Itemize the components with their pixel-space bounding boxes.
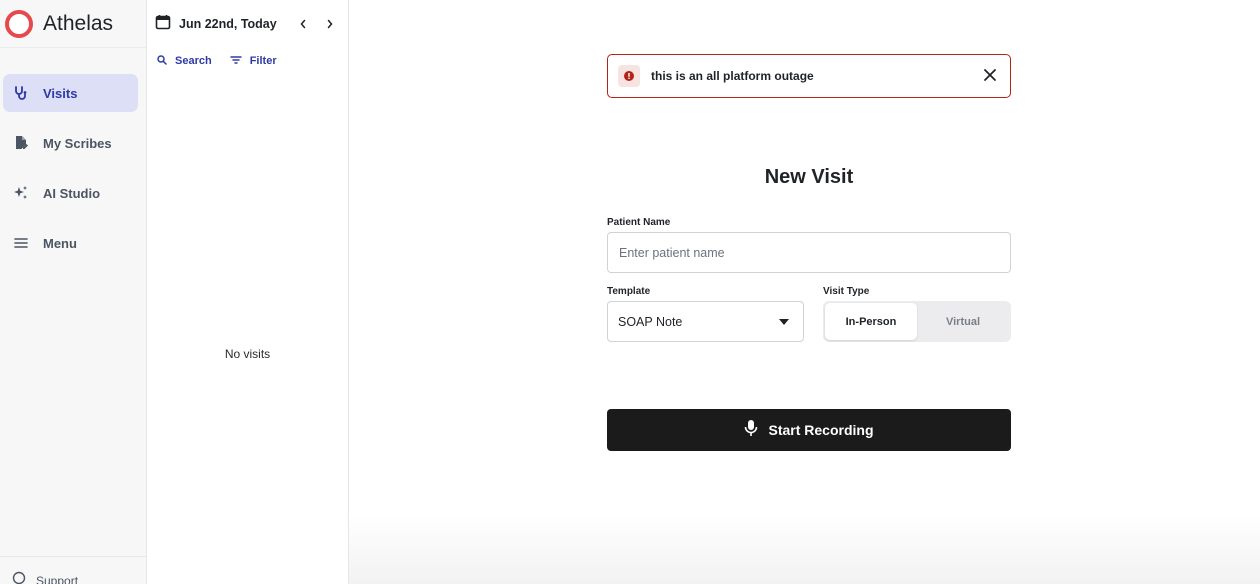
sidebar-nav: Visits My Scribes AI Studio Menu [0,48,146,262]
empty-visits-message: No visits [224,347,271,361]
visit-type-toggle: In-Person Virtual [823,301,1011,342]
brand-name: Athelas [43,11,114,35]
search-icon [157,52,167,70]
sidebar-item-visits[interactable]: Visits [3,74,138,112]
sidebar-item-menu[interactable]: Menu [3,224,138,262]
hamburger-menu-icon [13,235,29,251]
template-selected-value: SOAP Note [618,314,683,329]
next-day-chevron-right-icon[interactable] [323,17,337,31]
brand[interactable]: Athelas [0,0,146,48]
filter-button[interactable]: Filter [230,52,277,70]
patient-name-input[interactable] [607,232,1011,273]
support-link[interactable]: Support [0,556,146,584]
microphone-icon [744,419,758,442]
left-nav: Athelas Visits My Scribes AI Studio Menu… [0,0,147,584]
calendar-icon[interactable] [155,14,171,35]
filter-icon [230,52,242,70]
sparkles-icon [13,185,29,201]
close-icon[interactable] [983,68,997,82]
date-label[interactable]: Jun 22nd, Today [179,17,277,31]
search-label: Search [175,55,212,67]
alert-error-icon [618,65,640,87]
search-button[interactable]: Search [157,52,212,70]
athelas-logo-icon [5,9,33,38]
patient-name-label: Patient Name [607,217,671,228]
sidebar-item-label: Visits [43,85,78,101]
main-content: this is an all platform outage New Visit… [349,0,1260,584]
sidebar-item-ai-studio[interactable]: AI Studio [3,174,138,212]
sidebar-item-label: Menu [43,235,77,251]
start-recording-button[interactable]: Start Recording [607,409,1011,451]
sidebar-item-my-scribes[interactable]: My Scribes [3,124,138,162]
date-navigator: Jun 22nd, Today [147,0,348,48]
visit-type-virtual[interactable]: Virtual [917,303,1009,340]
visit-list-panel: Jun 22nd, Today Search Filter No visits [147,0,349,584]
start-recording-label: Start Recording [768,422,874,438]
sidebar-item-label: AI Studio [43,185,101,201]
visit-type-in-person[interactable]: In-Person [825,303,917,340]
help-circle-icon [12,571,26,584]
sidebar-item-label: My Scribes [43,135,112,151]
document-edit-icon [13,135,29,151]
visit-list-toolbar: Search Filter [147,48,348,74]
support-label: Support [36,573,79,584]
visit-type-label: Visit Type [823,286,870,297]
previous-day-chevron-left-icon[interactable] [296,17,310,31]
template-select[interactable]: SOAP Note [607,301,804,342]
caret-down-icon [779,319,789,325]
outage-alert-banner: this is an all platform outage [607,54,1011,98]
template-label: Template [607,286,651,297]
filter-label: Filter [249,55,277,67]
stethoscope-icon [13,85,29,101]
page-title: New Visit [764,166,854,188]
alert-message: this is an all platform outage [651,69,814,83]
